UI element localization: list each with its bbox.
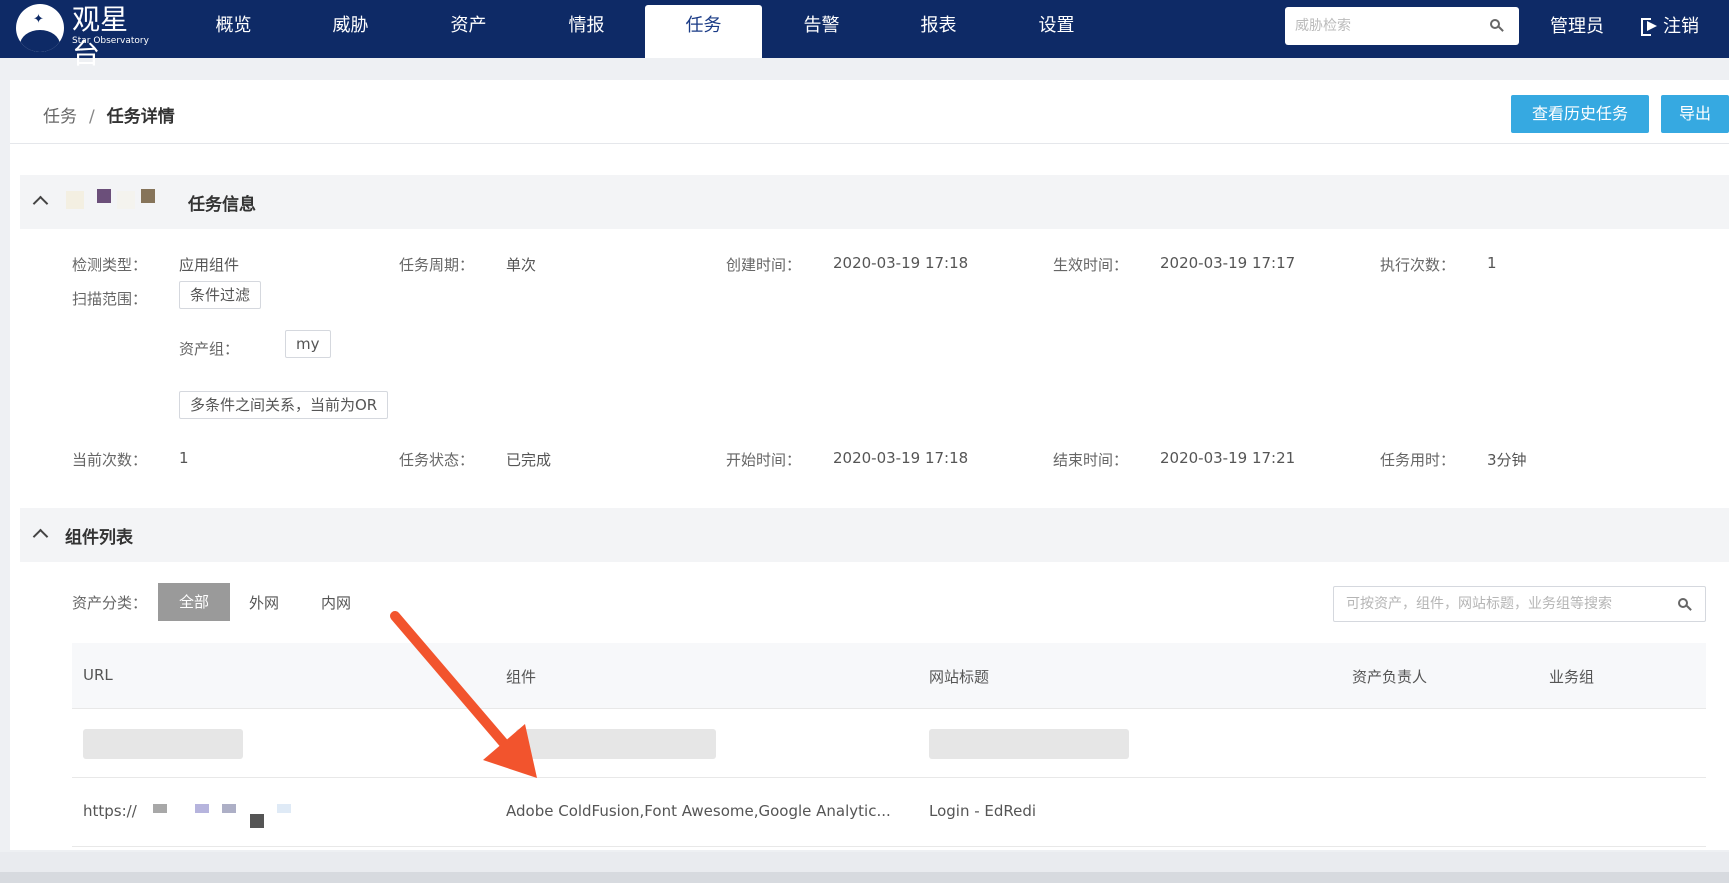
end-label: 结束时间： [1053,451,1129,469]
column-site-title[interactable]: 网站标题 [929,666,989,687]
logout-icon [1641,18,1659,36]
start-label: 开始时间： [726,451,802,469]
exec-count-value: 1 [1487,254,1497,272]
user-menu[interactable]: 管理员 [1550,12,1604,38]
search-icon[interactable] [1678,598,1688,608]
start-value: 2020-03-19 17:18 [833,449,969,467]
redacted-url-part [153,804,167,813]
duration-label: 任务用时： [1380,451,1456,469]
cell-url[interactable]: https:// [83,802,137,820]
logout-label: 注销 [1663,16,1699,37]
nav-item-threats[interactable]: 威胁 [292,5,409,58]
nav-item-alerts[interactable]: 告警 [763,5,880,58]
breadcrumb: 任务 / 任务详情 [43,102,175,127]
threat-search-input[interactable] [1295,15,1475,37]
redacted-task-name [66,189,186,215]
filter-external-button[interactable]: 外网 [249,592,279,613]
detection-type-value: 应用组件 [179,256,240,274]
scope-label: 扫描范围： [72,290,148,308]
column-asset-owner[interactable]: 资产负责人 [1352,666,1427,687]
task-info-title: 任务信息 [188,195,256,215]
condition-relation-tag: 多条件之间关系，当前为OR [179,391,389,419]
redacted-url-part [222,804,236,813]
nav-item-reports[interactable]: 报表 [880,5,997,58]
current-count-label: 当前次数： [72,451,148,469]
task-detail-panel: 任务 / 任务详情 查看历史任务 导出 任务信息 检测类型： 应用组件 任务周期： … [10,80,1729,850]
effective-label: 生效时间： [1053,256,1129,274]
end-value: 2020-03-19 17:21 [1160,449,1296,467]
logo-mark-icon: ✦ [16,4,64,52]
nav-item-assets[interactable]: 资产 [410,5,527,58]
filter-all-button[interactable]: 全部 [158,583,230,621]
status-value: 已完成 [506,451,552,469]
component-search-input[interactable] [1346,594,1666,614]
period-value: 单次 [506,256,537,274]
detection-type-label: 检测类型： [72,256,148,274]
nav-item-intel[interactable]: 情报 [528,5,645,58]
component-search [1333,586,1706,622]
redacted-site-title [929,729,1129,759]
nav-item-settings[interactable]: 设置 [998,5,1115,58]
filter-condition-tag: 条件过滤 [179,281,262,309]
component-list-header[interactable]: 组件列表 [20,508,1729,562]
created-label: 创建时间： [726,256,802,274]
annotation-arrow [390,611,537,778]
created-value: 2020-03-19 17:18 [833,254,969,272]
filter-internal-button[interactable]: 内网 [321,592,351,613]
column-url[interactable]: URL [83,666,113,684]
asset-group-label: 资产组： [179,340,240,358]
asset-category-label: 资产分类： [72,594,148,612]
component-list-title: 组件列表 [65,528,133,548]
bottom-shade [0,872,1729,883]
table-row[interactable]: https:// Adobe ColdFusion,Font Awesome,G… [72,779,1706,847]
duration-value: 3分钟 [1487,451,1527,469]
redacted-url-part [277,804,291,813]
redacted-url-part [250,814,264,828]
chevron-up-icon[interactable] [32,195,49,212]
redacted-url-part [195,804,209,813]
nav-item-tasks[interactable]: 任务 [645,5,762,58]
annotation-arrow-shaft [390,611,518,759]
effective-value: 2020-03-19 17:17 [1160,254,1296,272]
task-info-header[interactable]: 任务信息 [20,175,1729,229]
column-business-group[interactable]: 业务组 [1549,666,1594,687]
cell-component: Adobe ColdFusion,Font Awesome,Google Ana… [506,802,891,820]
current-count-value: 1 [179,449,189,467]
nav-item-overview[interactable]: 概览 [175,5,292,58]
component-table-header: URL 组件 网站标题 资产负责人 业务组 [72,643,1706,709]
app-logo[interactable]: ✦ 观星台 Star Observatory [14,3,154,70]
search-icon[interactable] [1490,19,1500,29]
logout-button[interactable]: 注销 [1641,12,1699,38]
breadcrumb-separator: / [89,107,95,127]
asset-group-tag: my [285,330,331,358]
exec-count-label: 执行次数： [1380,256,1456,274]
status-label: 任务状态： [399,451,475,469]
breadcrumb-current: 任务详情 [106,107,175,127]
table-row[interactable] [72,710,1706,778]
export-button[interactable]: 导出 [1661,95,1729,133]
breadcrumb-parent[interactable]: 任务 [43,107,77,127]
chevron-up-icon[interactable] [32,528,49,545]
app-subtitle: Star Observatory [72,36,149,46]
redacted-url [83,729,243,759]
cell-site-title: Login - EdRedi [929,802,1037,820]
view-history-button[interactable]: 查看历史任务 [1511,95,1649,133]
threat-search [1285,7,1519,45]
divider [10,143,1729,144]
top-navbar: ✦ 观星台 Star Observatory 概览 威胁 资产 情报 任务 告警… [0,0,1729,70]
period-label: 任务周期： [399,256,475,274]
